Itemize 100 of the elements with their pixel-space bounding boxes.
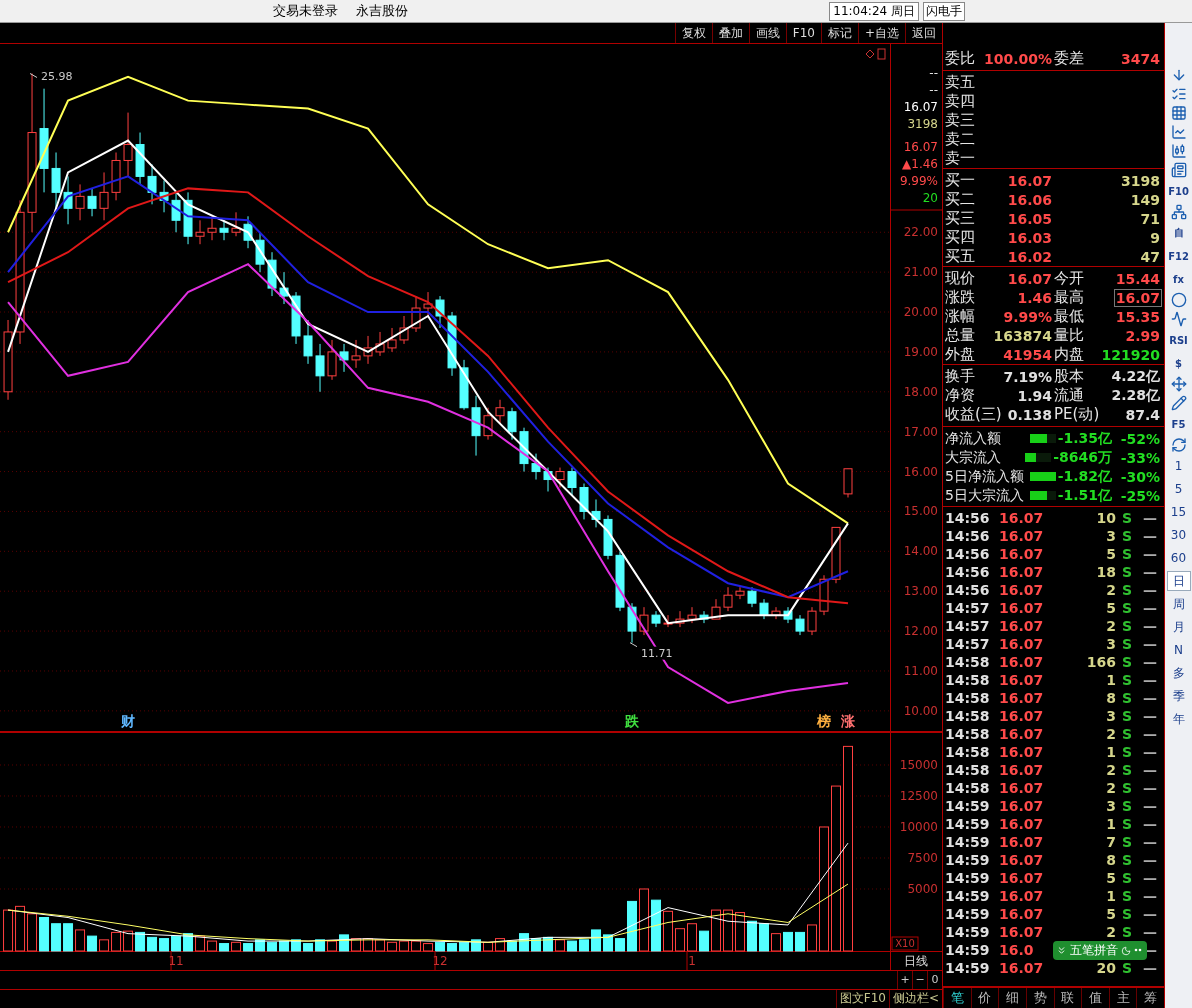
diamond-icon[interactable] <box>865 49 875 59</box>
trade-side: S <box>1120 726 1134 742</box>
volume-bar <box>411 940 421 952</box>
tool-button[interactable]: fx <box>1168 269 1189 289</box>
trade-side: S <box>1120 528 1134 544</box>
trade-side: S <box>1120 582 1134 598</box>
event-marker[interactable]: 跌 <box>625 713 639 729</box>
price-axis-label: 11.00 <box>903 664 938 678</box>
volume-bar <box>363 938 373 952</box>
trade-time: 14:58 <box>945 726 991 742</box>
trade-side: S <box>1120 510 1134 526</box>
refresh-icon[interactable] <box>1170 437 1187 453</box>
input-method-bar[interactable]: 五笔拼音 <box>1053 941 1147 960</box>
trade-price: 16.07 <box>999 870 1045 886</box>
period-button[interactable]: 5 <box>1166 479 1191 499</box>
flow-value: -1.51亿 <box>1056 485 1113 505</box>
volume-bar <box>231 941 242 952</box>
wave-icon[interactable] <box>1170 311 1187 327</box>
moon-icon[interactable] <box>1121 945 1131 956</box>
trade-side: S <box>1120 618 1134 634</box>
trade-time: 14:58 <box>945 780 991 796</box>
candlestick <box>363 335 373 365</box>
trade-mark: — <box>1142 798 1158 814</box>
tool-button[interactable]: RSI <box>1168 330 1189 350</box>
zoom-button[interactable]: − <box>912 971 927 989</box>
table-icon[interactable] <box>1170 105 1187 121</box>
volume-bar <box>687 923 697 952</box>
period-button[interactable]: 30 <box>1166 525 1191 545</box>
candlestick <box>471 395 481 457</box>
candlestick <box>831 526 841 584</box>
checklist-icon[interactable] <box>1170 86 1187 102</box>
chevron-icon[interactable] <box>1056 945 1067 956</box>
period-button[interactable]: 月 <box>1166 617 1191 637</box>
panel-link[interactable]: 图文F10 <box>835 989 889 1008</box>
volume-bar <box>63 923 74 952</box>
period-button[interactable]: 1 <box>1166 456 1191 476</box>
period-button[interactable]: 年 <box>1166 709 1191 729</box>
field-label: 涨幅 <box>945 307 975 326</box>
trade-side: S <box>1120 780 1134 796</box>
candlestick <box>807 606 817 636</box>
trade-side: S <box>1120 672 1134 688</box>
tool-button[interactable]: F12 <box>1168 246 1189 266</box>
trade-price: 16.07 <box>999 708 1045 724</box>
trade-volume: 5 <box>1105 870 1116 886</box>
tool-button[interactable]: 自 <box>1168 223 1189 243</box>
document-icon[interactable] <box>1170 162 1187 178</box>
shortcut-button[interactable]: 闪电手 <box>923 1 965 21</box>
trade-volume: 10 <box>1095 510 1116 526</box>
trade-time: 14:56 <box>945 510 991 526</box>
square-icon[interactable] <box>877 48 886 60</box>
trade-volume: 5 <box>1105 906 1116 922</box>
candlestick <box>459 359 469 411</box>
event-marker[interactable]: 涨 <box>841 713 855 729</box>
period-button[interactable]: 60 <box>1166 548 1191 568</box>
field-label: 净资 <box>945 386 975 405</box>
move-icon[interactable] <box>1170 376 1187 392</box>
trade-price: 16.07 <box>999 690 1045 706</box>
trade-volume: 2 <box>1105 762 1116 778</box>
field-label: 委比 <box>945 49 975 68</box>
field-label: 涨跌 <box>945 288 975 307</box>
trade-volume: 2 <box>1105 726 1116 742</box>
quote-value: 16.07 <box>903 140 938 154</box>
trade-side: S <box>1120 834 1134 850</box>
candlestick <box>375 331 385 357</box>
trade-volume: 8 <box>1105 690 1116 706</box>
tree-icon[interactable] <box>1170 204 1187 220</box>
tool-button[interactable]: $ <box>1168 353 1189 373</box>
event-marker[interactable]: 榜 <box>817 713 831 729</box>
period-button[interactable]: 15 <box>1166 502 1191 522</box>
period-button[interactable]: 多 <box>1166 663 1191 683</box>
candlestick <box>111 152 121 201</box>
volume-bar <box>507 940 517 952</box>
leader-line <box>29 73 38 78</box>
flow-percent: -33% <box>1119 448 1161 467</box>
field-value: 4.22亿 <box>1110 366 1161 386</box>
candlestick <box>51 152 61 209</box>
price-axis-label: 22.00 <box>903 225 938 240</box>
trade-side: S <box>1120 636 1134 652</box>
tool-button[interactable]: F5 <box>1168 414 1189 434</box>
volume-bar <box>771 933 781 952</box>
trade-mark: — <box>1142 780 1158 796</box>
price-axis-label: 18.00 <box>903 384 938 399</box>
candlestick <box>159 179 169 213</box>
period-button[interactable]: 季 <box>1166 686 1191 706</box>
volume-bar <box>267 941 278 952</box>
event-marker[interactable]: 财 <box>121 713 136 729</box>
zoom-button[interactable]: + <box>897 971 912 989</box>
period-button[interactable]: N <box>1166 640 1191 660</box>
pencil-icon[interactable] <box>1170 395 1187 411</box>
candlestick <box>183 191 193 245</box>
trade-mark: — <box>1142 924 1158 940</box>
period-button[interactable]: 周 <box>1166 594 1191 614</box>
line-chart-icon[interactable] <box>1170 124 1187 140</box>
circle-icon[interactable] <box>1170 292 1187 308</box>
candlestick-icon[interactable] <box>1170 143 1187 159</box>
tool-button[interactable]: F10 <box>1168 181 1189 201</box>
candlestick <box>507 407 517 441</box>
volume-bar <box>543 936 553 952</box>
period-button[interactable]: 日 <box>1166 571 1191 591</box>
trade-mark: — <box>1142 960 1158 976</box>
